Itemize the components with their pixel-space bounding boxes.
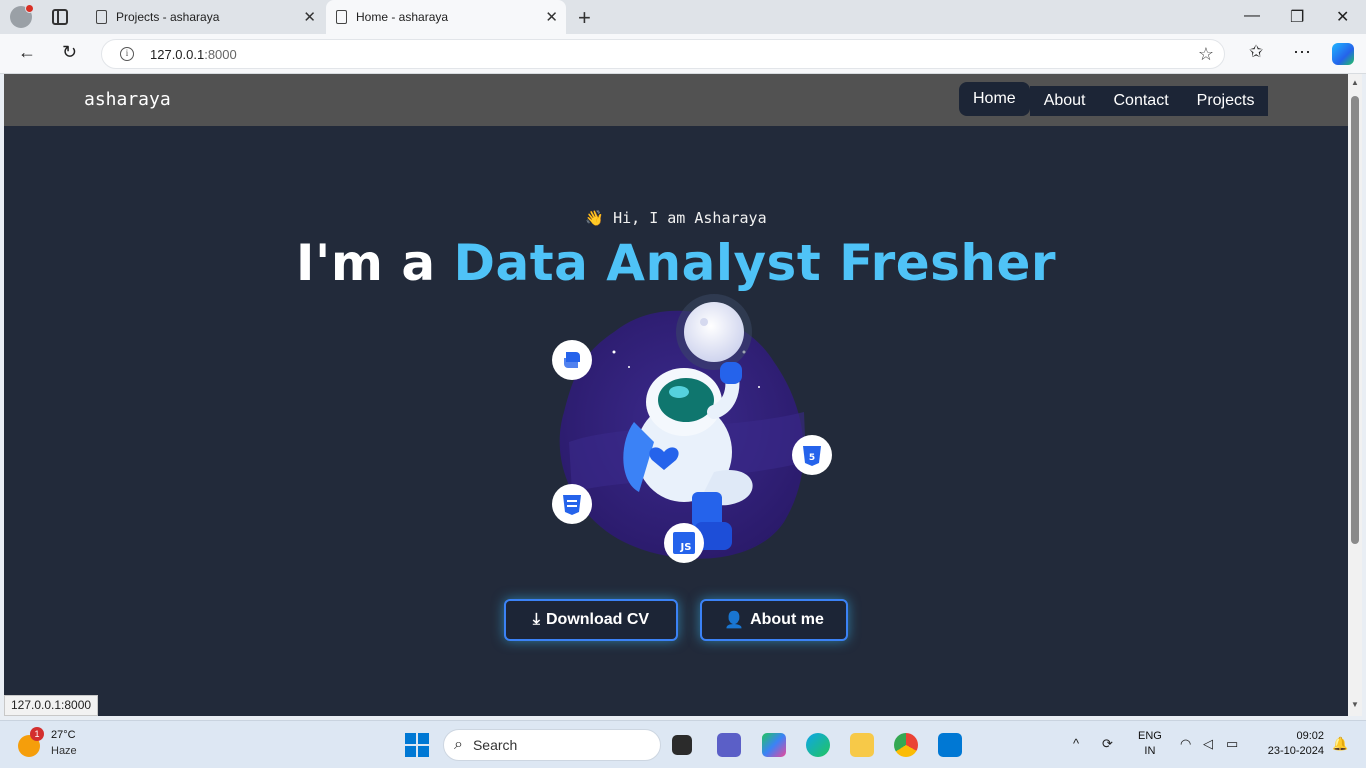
greeting-text: Hi, I am Asharaya (613, 209, 767, 227)
refresh-icon[interactable]: ↻ (62, 42, 77, 63)
site-nav: Home About Contact Projects (959, 82, 1269, 116)
close-window-icon[interactable]: ✕ (1336, 7, 1349, 27)
download-cv-button[interactable]: ⤓ Download CV (504, 599, 678, 641)
close-icon[interactable]: ✕ (545, 8, 558, 26)
windows-start-icon[interactable] (405, 733, 429, 757)
windows-taskbar: 1 27°C Haze ⌕ Search ^ ⟳ ENG IN ◠ ◁ ▭ 09… (0, 720, 1366, 768)
new-tab-icon[interactable]: + (578, 5, 591, 31)
volume-icon[interactable]: ◁ (1203, 736, 1213, 752)
hero-actions: ⤓ Download CV 👤 About me (504, 599, 848, 641)
scroll-up-icon[interactable]: ▲ (1351, 78, 1359, 87)
scroll-down-icon[interactable]: ▼ (1351, 700, 1359, 709)
file-explorer-icon[interactable] (850, 733, 874, 757)
svg-text:5: 5 (809, 453, 815, 463)
js-badge-text: JS (680, 542, 692, 553)
teams-chat-icon[interactable] (717, 733, 741, 757)
user-icon: 👤 (724, 612, 745, 629)
tab-title: Projects - asharaya (116, 10, 220, 24)
weather-condition: Haze (51, 745, 77, 757)
copilot-icon[interactable] (1332, 43, 1354, 65)
chrome-icon[interactable] (894, 733, 918, 757)
browser-tab-projects[interactable]: Projects - asharaya ✕ (86, 0, 324, 34)
site-info-icon[interactable]: i (120, 47, 134, 61)
wifi-icon[interactable]: ◠ (1180, 736, 1191, 752)
page-title: I'm a Data Analyst Fresher (4, 234, 1348, 292)
python-icon (552, 340, 592, 380)
battery-icon[interactable]: ▭ (1226, 736, 1238, 752)
search-icon: ⌕ (454, 736, 463, 753)
browser-tab-bar: Projects - asharaya ✕ Home - asharaya ✕ … (0, 0, 1366, 34)
page-scrollbar[interactable]: ▲ ▼ (1348, 74, 1362, 716)
date: 23-10-2024 (1267, 745, 1324, 757)
clock[interactable]: 09:02 23-10-2024 (1258, 729, 1324, 759)
download-icon: ⤓ (532, 611, 540, 628)
profile-avatar-icon[interactable] (10, 4, 34, 28)
address-field[interactable]: i 127.0.0.1:8000 ☆ (101, 39, 1225, 69)
headline-accent: Data Analyst Fresher (453, 234, 1057, 292)
time: 09:02 (1296, 730, 1324, 742)
about-me-button[interactable]: 👤 About me (700, 599, 848, 641)
taskbar-search[interactable]: ⌕ Search (443, 729, 661, 761)
notification-bell-icon[interactable]: 🔔 (1332, 736, 1348, 752)
restore-icon[interactable]: ❐ (1290, 7, 1304, 27)
close-icon[interactable]: ✕ (303, 8, 316, 26)
weather-alert-badge: 1 (30, 727, 44, 741)
search-placeholder: Search (472, 737, 518, 753)
site-brand[interactable]: asharaya (84, 89, 171, 110)
task-view-icon[interactable] (672, 735, 692, 755)
about-me-label: About me (750, 611, 824, 628)
nav-home[interactable]: Home (959, 82, 1030, 116)
javascript-icon: JS (664, 523, 704, 563)
wave-emoji-icon: 👋 (585, 209, 605, 227)
web-page: asharaya Home About Contact Projects 👋 H… (4, 74, 1348, 716)
copilot-app-icon[interactable] (762, 733, 786, 757)
download-cv-label: Download CV (545, 611, 650, 628)
sync-icon[interactable]: ⟳ (1102, 736, 1113, 752)
vscode-icon[interactable] (938, 733, 962, 757)
css3-icon (552, 484, 592, 524)
language-indicator[interactable]: ENG IN (1138, 729, 1162, 759)
lang-top: ENG (1138, 730, 1162, 742)
nav-about[interactable]: About (1029, 86, 1100, 116)
astronaut-illustration: 5 JS (552, 294, 832, 563)
nav-contact[interactable]: Contact (1099, 86, 1183, 116)
address-bar-row: ← ↻ i 127.0.0.1:8000 ☆ ✩ ⋯ (0, 34, 1366, 74)
edge-browser-icon[interactable] (806, 733, 830, 757)
back-icon[interactable]: ← (18, 42, 36, 63)
page-icon (96, 10, 107, 24)
minimize-icon[interactable]: — (1244, 7, 1260, 25)
tab-actions-icon[interactable] (52, 9, 68, 25)
page-icon (336, 10, 347, 24)
more-menu-icon[interactable]: ⋯ (1293, 42, 1311, 63)
favorites-icon[interactable]: ✩ (1249, 42, 1263, 62)
greeting: 👋 Hi, I am Asharaya (4, 209, 1348, 227)
nav-projects[interactable]: Projects (1182, 86, 1269, 116)
url-port: :8000 (204, 46, 237, 62)
site-header: asharaya Home About Contact Projects (4, 74, 1348, 126)
status-url: 127.0.0.1:8000 (4, 695, 99, 716)
tab-title: Home - asharaya (356, 10, 449, 24)
scrollbar-thumb[interactable] (1351, 96, 1359, 544)
url-host: 127.0.0.1 (150, 46, 205, 62)
headline-prefix: I'm a (295, 234, 454, 292)
lang-bottom: IN (1144, 745, 1156, 757)
favorite-star-icon[interactable]: ☆ (1198, 44, 1214, 65)
browser-tab-home[interactable]: Home - asharaya ✕ (326, 0, 566, 34)
html5-icon: 5 (792, 435, 832, 475)
temperature: 27°C (51, 729, 76, 741)
tray-overflow-icon[interactable]: ^ (1073, 736, 1079, 751)
